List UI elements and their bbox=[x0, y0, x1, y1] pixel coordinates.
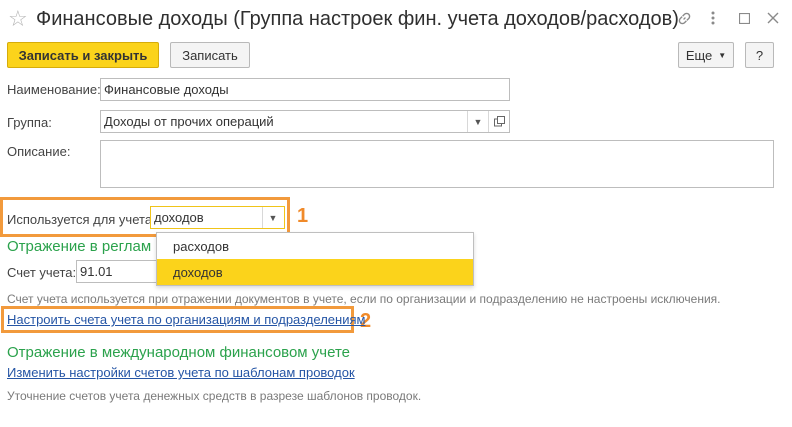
usage-value: доходов bbox=[154, 210, 204, 225]
save-button[interactable]: Записать bbox=[170, 42, 250, 68]
maximize-icon[interactable] bbox=[733, 7, 755, 29]
change-templates-link[interactable]: Изменить настройки счетов учета по шабло… bbox=[7, 365, 355, 380]
chevron-down-icon: ▼ bbox=[268, 212, 278, 223]
name-input[interactable]: Финансовые доходы bbox=[100, 78, 510, 101]
usage-options-popup: расходов доходов bbox=[156, 232, 474, 286]
usage-dropdown-button[interactable]: ▼ bbox=[262, 207, 283, 228]
help-button[interactable]: ? bbox=[745, 42, 774, 68]
link-icon[interactable] bbox=[673, 7, 695, 29]
more-menu-icon[interactable] bbox=[702, 7, 724, 29]
window-title: Финансовые доходы (Группа настроек фин. … bbox=[36, 8, 679, 30]
group-dropdown-button[interactable]: ▼ bbox=[467, 111, 488, 132]
usage-option-income[interactable]: доходов bbox=[157, 259, 473, 285]
annotation-number-1: 1 bbox=[297, 205, 309, 227]
configure-accounts-link[interactable]: Настроить счета учета по организациям и … bbox=[7, 312, 365, 327]
name-label: Наименование: bbox=[7, 82, 101, 97]
chevron-down-icon: ▼ bbox=[718, 50, 727, 60]
international-hint: Уточнение счетов учета денежных средств … bbox=[7, 389, 422, 403]
open-form-icon bbox=[493, 116, 505, 127]
account-hint: Счет учета используется при отражении до… bbox=[7, 292, 721, 306]
description-textarea[interactable] bbox=[100, 140, 774, 188]
international-section-title: Отражение в международном финансовом уче… bbox=[7, 344, 350, 361]
save-and-close-button[interactable]: Записать и закрыть bbox=[7, 42, 159, 68]
close-icon[interactable] bbox=[762, 7, 784, 29]
usage-option-expenses[interactable]: расходов bbox=[157, 233, 473, 259]
more-button[interactable]: Еще ▼ bbox=[678, 42, 734, 68]
description-label: Описание: bbox=[7, 144, 71, 159]
group-label: Группа: bbox=[7, 115, 52, 130]
account-label: Счет учета: bbox=[7, 265, 77, 280]
account-input[interactable]: 91.01 bbox=[76, 260, 162, 283]
more-button-label: Еще bbox=[685, 47, 713, 63]
group-open-button[interactable] bbox=[488, 111, 509, 132]
usage-label: Используется для учета: bbox=[7, 212, 156, 227]
chevron-down-icon: ▼ bbox=[473, 116, 483, 127]
regulated-section-title: Отражение в реглам bbox=[7, 238, 152, 255]
favorite-star-icon[interactable]: ☆ bbox=[8, 8, 28, 30]
group-input[interactable]: Доходы от прочих операций bbox=[100, 110, 510, 133]
group-value: Доходы от прочих операций bbox=[104, 114, 274, 129]
